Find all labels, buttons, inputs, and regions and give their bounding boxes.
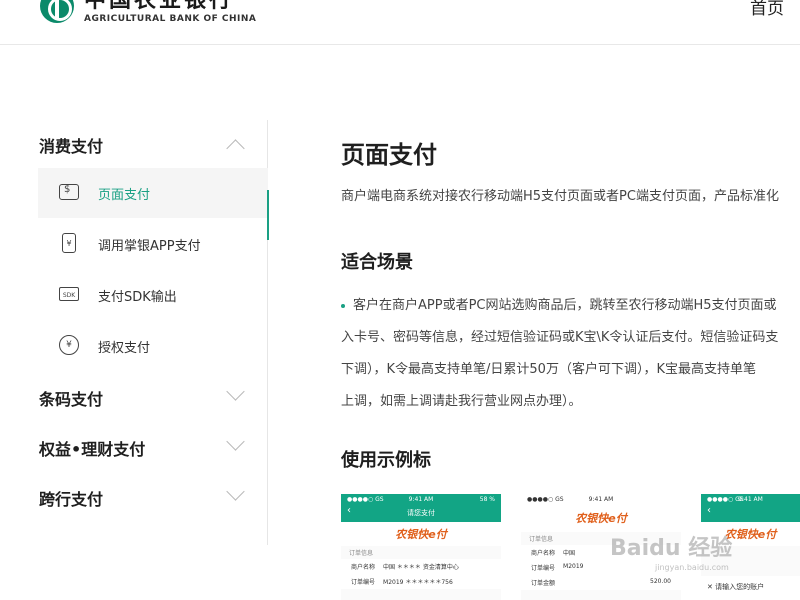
payment-page-icon [58,181,80,203]
close-icon: ✕ [707,583,716,591]
sidebar-item-label: 授权支付 [98,341,151,356]
logo-chinese-name: 中国农业银行 [84,0,256,10]
sidebar-category-barcode-payment[interactable]: 条码支付 [38,373,268,423]
top-header: 中国农业银行 AGRICULTURAL BANK OF CHINA 首页 [0,0,800,45]
sidebar-category-consumer-payment[interactable]: 消费支付 [38,120,268,170]
category-label: 权益•理财支付 [39,440,146,459]
brand-logo: 农银快e付 [341,522,501,546]
section-title-examples: 使用示例标 [341,450,431,471]
category-label: 消费支付 [39,137,104,156]
sidebar-item-label: 页面支付 [98,188,151,203]
category-label: 条码支付 [39,390,104,409]
page-description: 商户端电商系统对接农行移动端H5支付页面或者PC端支付页面，产品标准化 [341,189,779,204]
sdk-icon: SDK [58,283,80,305]
sidebar-item-label: 支付SDK输出 [98,290,177,305]
sidebar-item-label: 调用掌银APP支付 [98,239,201,254]
chevron-down-icon [226,382,245,401]
scenario-line: 客户在商户APP或者PC网站选购商品后，跳转至农行移动端H5支付页面或 [353,298,777,313]
nav-home-link[interactable]: 首页 [750,0,784,19]
mock-status-bar: ●●●●○ GS 9:41 AM [521,494,681,504]
chevron-down-icon [226,432,245,451]
page-title: 页面支付 [341,141,437,169]
scenario-line: 上调，如需上调请赴我行营业网点办理）。 [341,394,582,409]
logo-english-name: AGRICULTURAL BANK OF CHINA [84,14,257,24]
brand-logo: 农银快e付 [521,504,681,532]
logo-text: 中国农业银行 AGRICULTURAL BANK OF CHINA [84,0,256,24]
chevron-up-icon [226,139,245,158]
mock-nav-bar: ●●●●○ GS 9:41 AM 58 % ‹ 请您支付 [341,494,501,522]
baidu-watermark-url: jingyan.baidu.com [655,563,729,572]
scenario-paragraph: 客户在商户APP或者PC网站选购商品后，跳转至农行移动端H5支付页面或 入卡号、… [341,290,800,418]
mobile-app-icon: ¥ [58,232,80,254]
baidu-watermark: Baidu 经验 [610,536,733,561]
abc-logo-icon [40,0,74,23]
example-screenshot-1: ●●●●○ GS 9:41 AM 58 % ‹ 请您支付 农银快e付 订单信息 … [341,494,501,600]
hand-coin-icon: ¥ [58,334,80,356]
sidebar-item-page-payment[interactable]: 页面支付 [38,168,269,240]
sidebar-category-equity-payment[interactable]: 权益•理财支付 [38,423,268,473]
back-arrow-icon: ‹ [707,505,711,516]
sidebar-category-interbank-payment[interactable]: 跨行支付 [38,473,268,523]
category-label: 跨行支付 [39,490,104,509]
section-title-scenarios: 适合场景 [341,252,413,273]
sidebar-item-app-payment[interactable]: ¥ 调用掌银APP支付 [38,219,268,269]
sidebar-menu: 消费支付 页面支付 ¥ 调用掌银APP支付 SDK 支付SDK输出 ¥ 授权支付… [38,120,269,545]
scenario-line: 下调），K令最高支持单笔/日累计50万（客户可下调），K宝最高支持单笔 [341,362,756,377]
chevron-down-icon [226,482,245,501]
bullet-icon [341,303,345,308]
mock-nav-bar: ●●●●○ GS 9:41 AM ‹ [701,494,800,522]
scenario-line: 入卡号、密码等信息，经过短信验证码或K宝\K令认证后支付。短信验证码支 [341,330,779,345]
sidebar-item-authorized-payment[interactable]: ¥ 授权支付 [38,321,268,371]
sidebar-item-sdk-output[interactable]: SDK 支付SDK输出 [38,270,268,320]
bank-logo[interactable]: 中国农业银行 AGRICULTURAL BANK OF CHINA [40,0,256,24]
account-input-prompt: ✕ 请输入您的账户 [701,576,800,600]
